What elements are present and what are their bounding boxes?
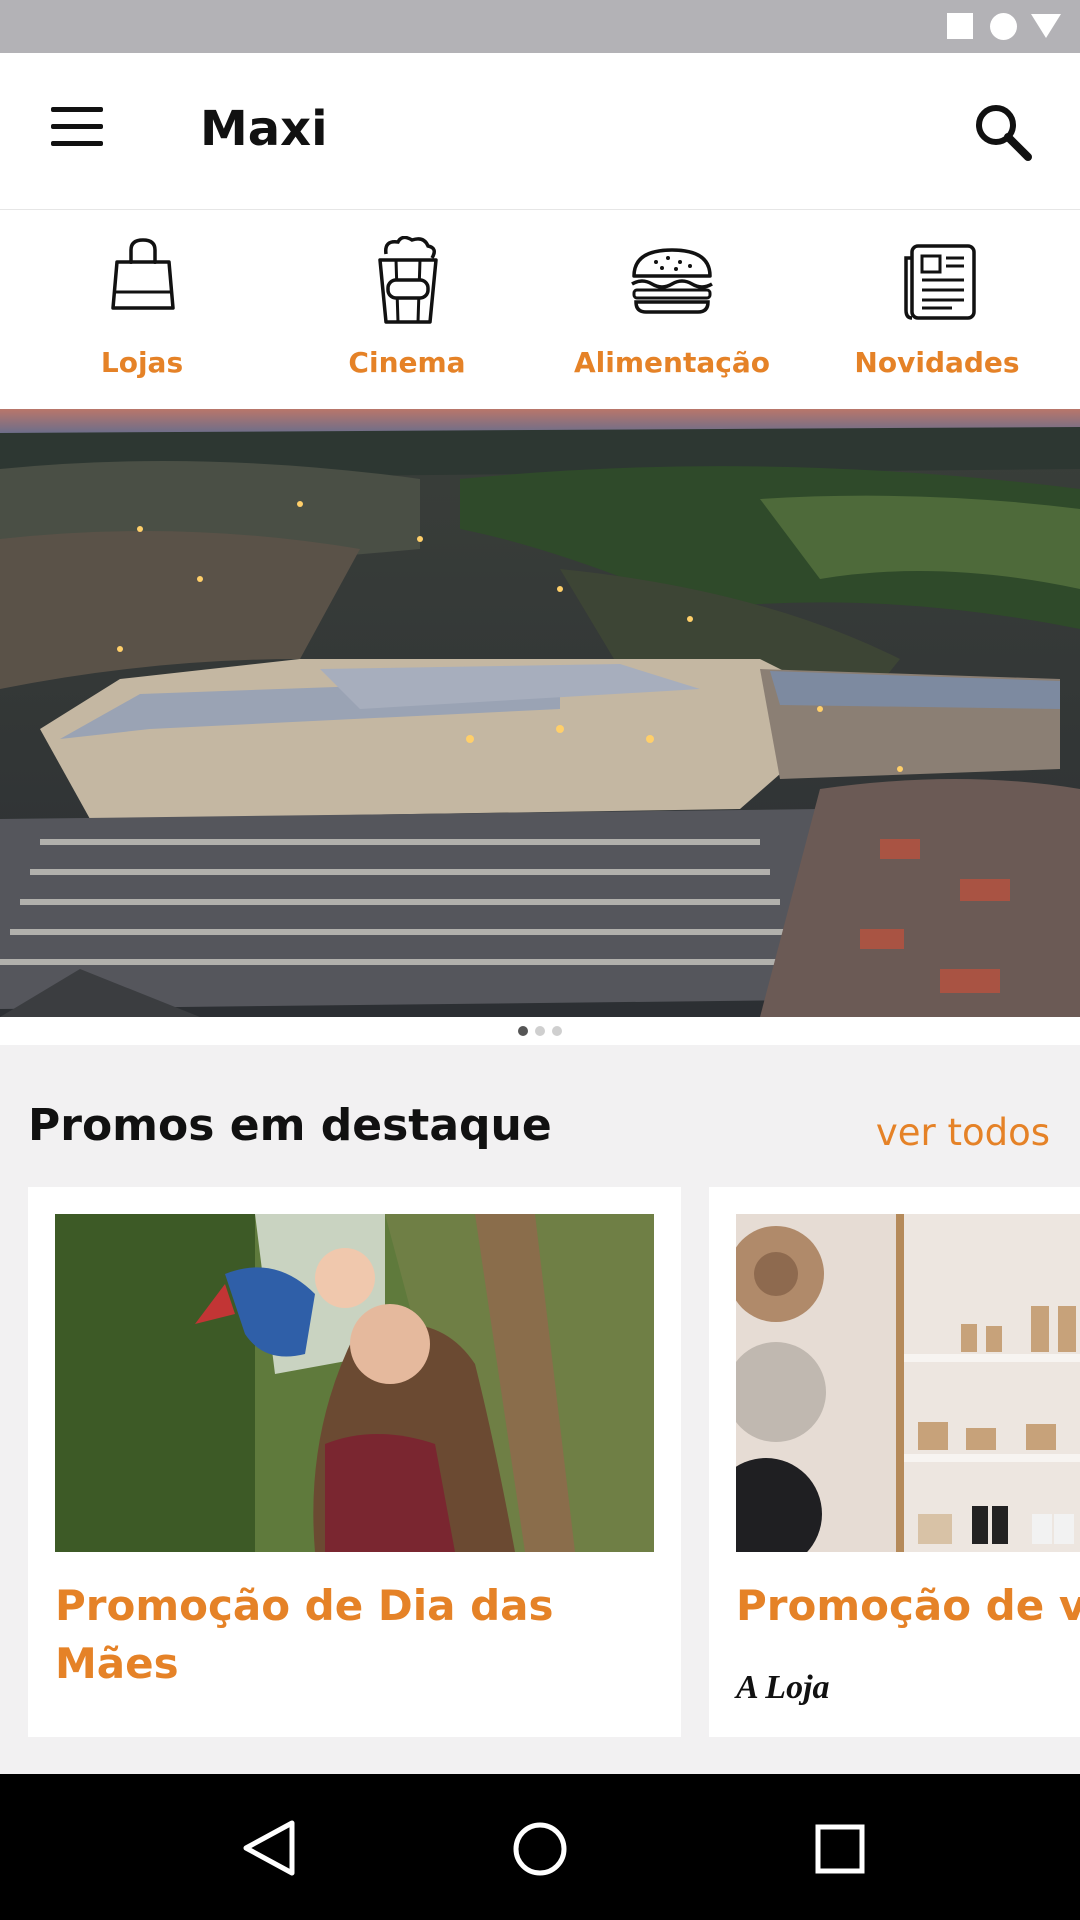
category-lojas[interactable]: Lojas (22, 210, 262, 409)
back-icon[interactable] (200, 1774, 340, 1920)
category-label: Lojas (100, 346, 184, 379)
shopping-bag-icon (111, 238, 175, 310)
see-all-link[interactable]: ver todos (876, 1111, 1050, 1154)
promo-image (736, 1214, 1080, 1552)
recents-icon[interactable] (770, 1774, 910, 1920)
carousel-dot[interactable] (535, 1026, 545, 1036)
category-label: Novidades (854, 346, 1020, 379)
banner-carousel[interactable] (0, 409, 1080, 1017)
promo-title: Promoção de v (736, 1581, 1080, 1630)
category-bar: Lojas Cinema Alimentação Novidades (0, 210, 1080, 409)
category-novidades[interactable]: Novidades (817, 210, 1057, 409)
app-bar: Maxi (0, 53, 1080, 210)
burger-icon (631, 248, 713, 314)
category-cinema[interactable]: Cinema (287, 210, 527, 409)
signal-status-icon (990, 13, 1017, 40)
home-icon[interactable] (470, 1774, 610, 1920)
recents-status-icon (947, 13, 973, 39)
newspaper-icon (904, 244, 976, 320)
popcorn-icon (378, 236, 438, 324)
promo-card[interactable]: Promoção de v A Loja (709, 1187, 1080, 1737)
app-title: Maxi (200, 101, 328, 157)
category-label: Cinema (348, 346, 466, 379)
banner-image (0, 409, 1080, 1017)
status-bar (0, 0, 1080, 53)
promo-image (55, 1214, 654, 1552)
section-title: Promos em destaque (28, 1100, 552, 1151)
category-alimentacao[interactable]: Alimentação (552, 210, 792, 409)
search-icon[interactable] (972, 101, 1034, 163)
promo-store: A Loja (736, 1669, 830, 1706)
carousel-dot-active[interactable] (518, 1026, 528, 1036)
promo-title: Promoção de Dia das Mães (55, 1581, 554, 1688)
system-nav-bar (0, 1774, 1080, 1920)
category-label: Alimentação (574, 346, 770, 379)
wifi-status-icon (1031, 14, 1061, 38)
carousel-dot[interactable] (552, 1026, 562, 1036)
promo-card[interactable]: Promoção de Dia das Mães (28, 1187, 681, 1737)
carousel-indicators (0, 1017, 1080, 1045)
menu-icon[interactable] (44, 107, 110, 157)
